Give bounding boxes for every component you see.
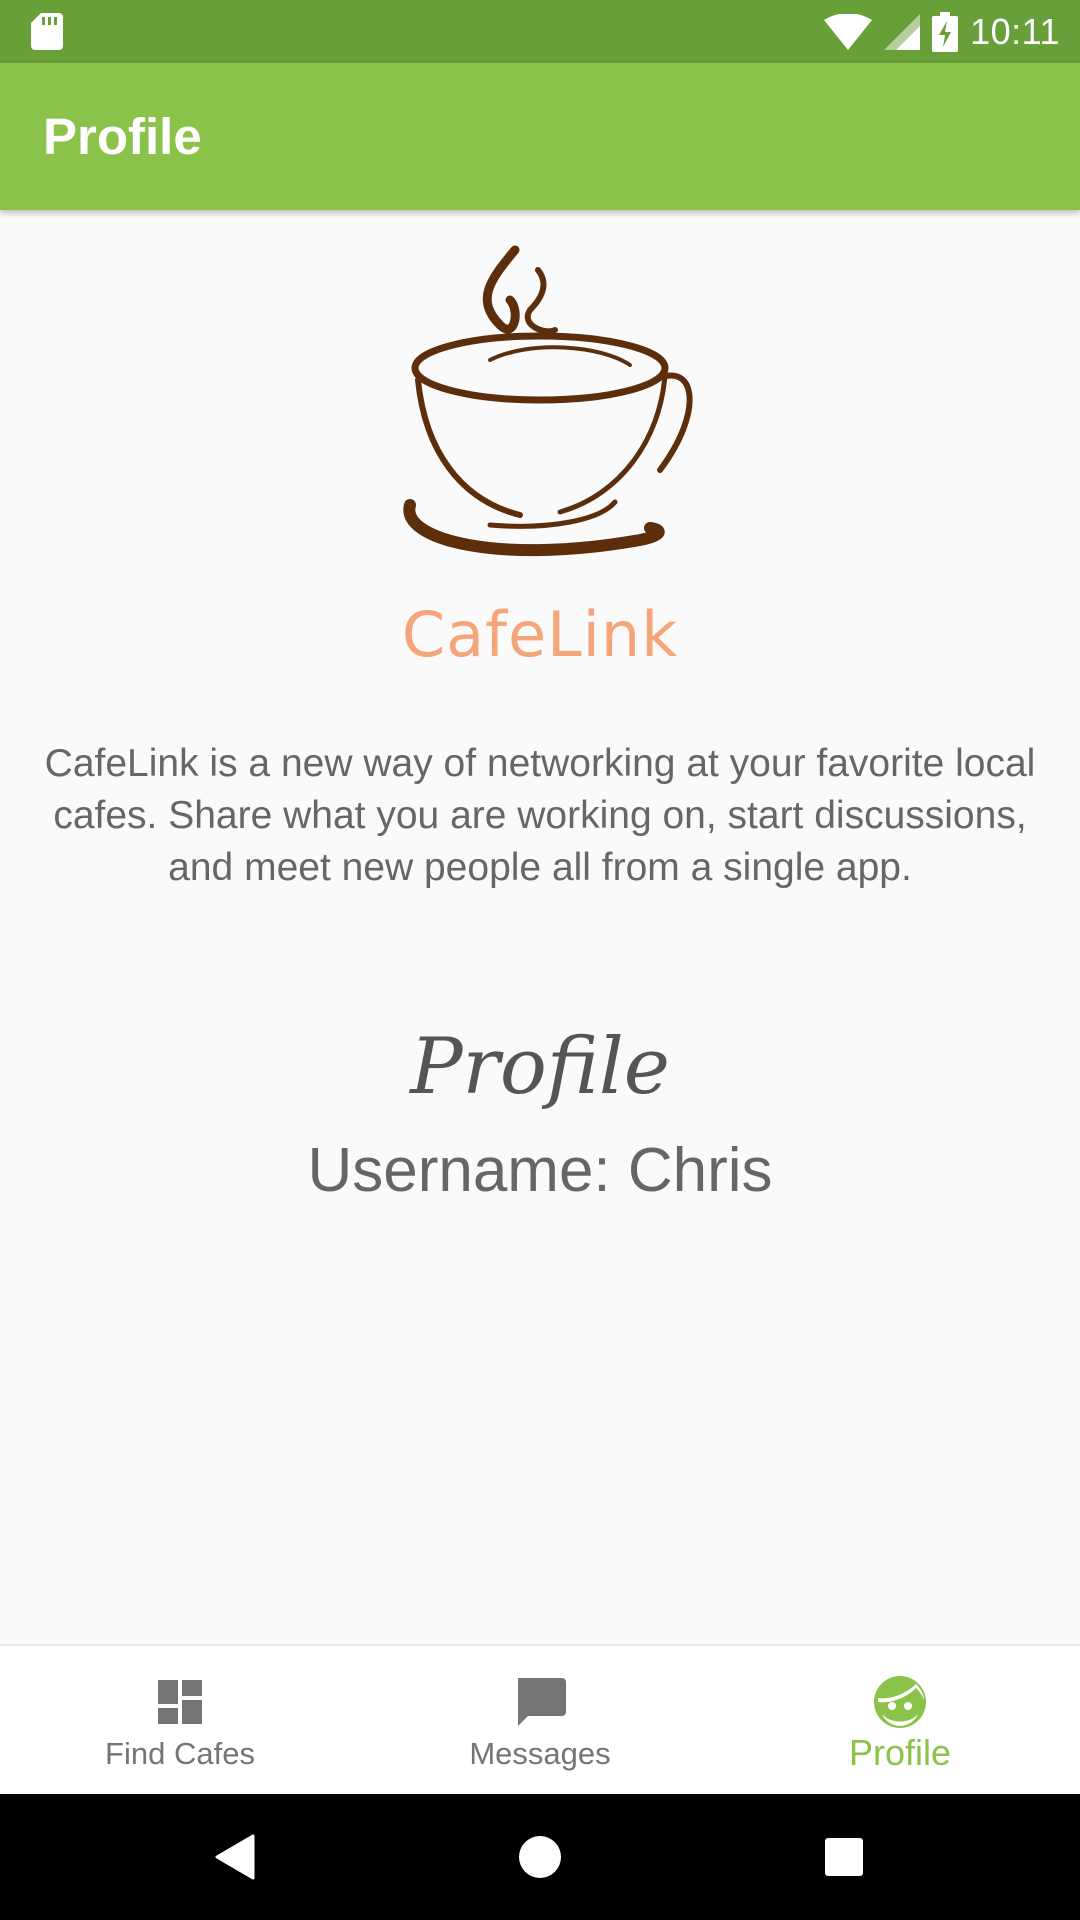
page-title: Profile [43, 108, 202, 165]
back-button[interactable] [175, 1794, 295, 1920]
status-time: 10:11 [970, 10, 1060, 52]
username-text: Username: Chris [307, 1136, 773, 1205]
recents-icon [825, 1838, 863, 1876]
home-icon [519, 1836, 561, 1878]
nav-label-profile: Profile [848, 1732, 952, 1773]
profile-heading: Profile [410, 1022, 670, 1112]
nav-label-find-cafes: Find Cafes [105, 1736, 255, 1771]
coffee-cup-icon [403, 245, 693, 557]
system-navigation-bar [0, 1794, 1080, 1920]
wifi-icon [824, 13, 873, 50]
app-bar: Profile [0, 63, 1080, 210]
dashboard-icon [158, 1680, 202, 1724]
nav-item-find-cafes[interactable]: Find Cafes [0, 1646, 360, 1796]
battery-charging-icon [932, 11, 959, 52]
recents-button[interactable] [784, 1794, 904, 1920]
brand-name: CafeLink [401, 598, 679, 671]
back-icon [215, 1834, 255, 1880]
home-button[interactable] [480, 1794, 600, 1920]
nav-item-messages[interactable]: Messages [360, 1646, 720, 1796]
nav-label-messages: Messages [469, 1736, 611, 1771]
nav-item-profile[interactable]: Profile [720, 1646, 1080, 1796]
face-icon [874, 1676, 926, 1728]
sd-card-icon [31, 13, 63, 50]
signal-icon [884, 13, 921, 50]
bottom-navigation: Find Cafes Messages Profile [0, 1644, 1080, 1796]
chat-icon [518, 1678, 566, 1726]
app-description: CafeLink is a new way of networking at y… [44, 742, 1036, 889]
status-bar: 10:11 [0, 0, 1080, 63]
